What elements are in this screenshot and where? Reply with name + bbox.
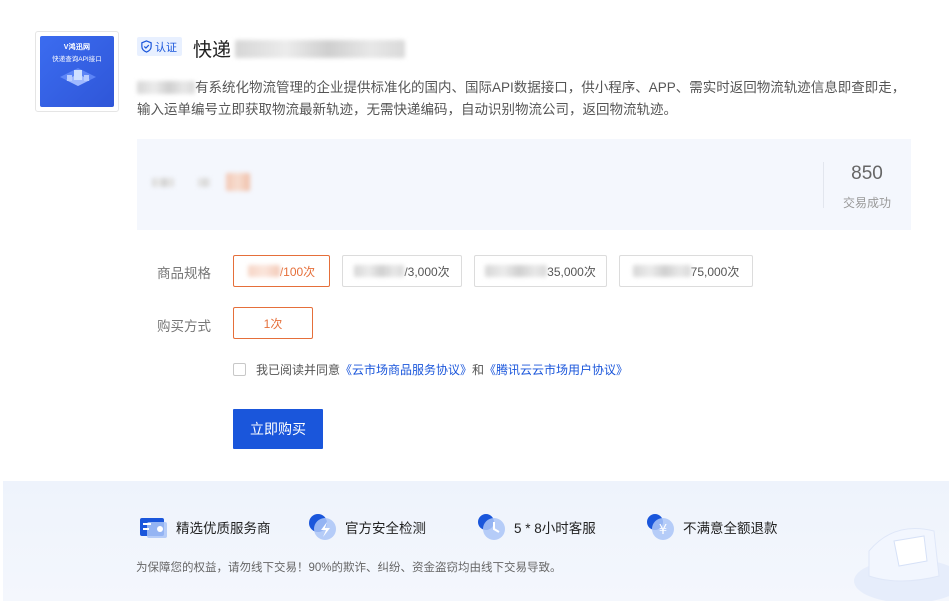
security-check-icon: [309, 514, 336, 540]
buy-now-button[interactable]: 立即购买: [233, 409, 323, 449]
agreement-checkbox[interactable]: [233, 363, 246, 376]
guarantee-label: 官方安全检测: [345, 521, 426, 536]
user-agreement-link[interactable]: 《腾讯云云市场用户协议》: [484, 361, 628, 378]
thumbnail-caption: 快递查询API接口: [52, 56, 102, 63]
purchase-option-label: 1次: [263, 316, 283, 331]
spec-option-label: 75,000次: [690, 264, 740, 279]
redacted-title: [235, 39, 406, 58]
spec-option-75000[interactable]: 75,000次: [619, 255, 753, 287]
verified-provider-icon: [140, 518, 167, 538]
stats-panel: 850 交易成功: [137, 139, 911, 230]
guarantee-item: ¥ 不满意全额退款: [643, 510, 778, 544]
server-illustration-icon: [60, 68, 96, 86]
shield-check-icon: [141, 40, 152, 53]
footer-warning: 为保障您的权益，请勿线下交易！90%的欺诈、纠纷、资金盗窃均由线下交易导致。: [136, 562, 562, 574]
product-title-text: 快递: [193, 40, 232, 61]
stats-divider: [823, 162, 824, 208]
spec-option-label: /100次: [279, 264, 316, 279]
agreement-and: 和: [472, 363, 485, 377]
product-thumbnail-image: V鸿迅网 快递查询API接口: [40, 36, 114, 107]
thumbnail-logo: V鸿迅网: [63, 44, 91, 51]
spec-option-label: 35,000次: [547, 264, 596, 279]
refund-icon: ¥: [647, 514, 674, 540]
spec-label: 商品规格: [157, 266, 211, 281]
guarantee-footer: 精选优质服务商 官方安全检测 5 * 8小时客服 ¥ 不满意全额退款 为保障您的…: [3, 481, 949, 601]
transactions-label: 交易成功: [842, 196, 891, 210]
guarantee-label: 精选优质服务商: [176, 521, 271, 536]
purchase-option-once[interactable]: 1次: [233, 307, 313, 339]
agreement-row: 我已阅读并同意 《云市场商品服务协议》 和 《腾讯云云市场用户协议》: [233, 361, 628, 378]
redacted-company: [137, 81, 195, 94]
guarantee-item: 精选优质服务商: [136, 510, 271, 544]
product-title: 快递: [193, 35, 406, 62]
decorative-shield-icon: [854, 528, 949, 601]
guarantee-label: 不满意全额退款: [683, 521, 778, 536]
spec-option-100[interactable]: /100次: [233, 255, 330, 287]
clock-icon: [478, 514, 505, 540]
product-thumbnail[interactable]: V鸿迅网 快递查询API接口: [35, 31, 119, 112]
svg-text:¥: ¥: [659, 523, 667, 538]
guarantee-label: 5 * 8小时客服: [514, 521, 596, 536]
spec-option-label: /3,000次: [404, 264, 450, 279]
product-description: 有系统化物流管理的企业提供标准化的国内、国际API数据接口，供小程序、APP、需…: [137, 77, 912, 121]
guarantee-item: 5 * 8小时客服: [474, 510, 596, 544]
description-text: 有系统化物流管理的企业提供标准化的国内、国际API数据接口，供小程序、APP、需…: [137, 80, 906, 117]
guarantee-item: 官方安全检测: [305, 510, 426, 544]
purchase-label: 购买方式: [157, 319, 211, 334]
agreement-prefix: 我已阅读并同意: [256, 363, 341, 377]
service-agreement-link[interactable]: 《云市场商品服务协议》: [340, 361, 472, 378]
transactions-count: 850: [851, 163, 883, 184]
spec-option-3000[interactable]: /3,000次: [342, 255, 462, 287]
badge-label: 认证: [155, 41, 177, 54]
redacted-price: [152, 173, 250, 191]
certified-badge: 认证: [137, 37, 182, 56]
spec-option-35000[interactable]: 35,000次: [474, 255, 607, 287]
